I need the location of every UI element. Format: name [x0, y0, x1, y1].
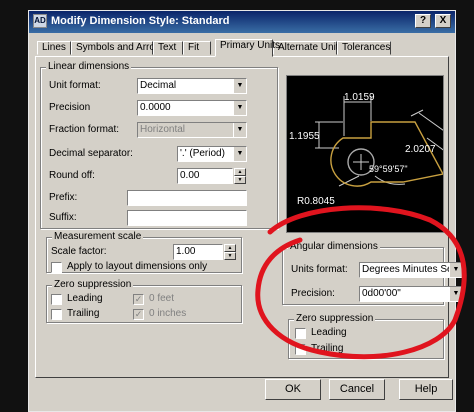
red-annotation-overlay [255, 205, 467, 360]
tab-primary-units[interactable]: Primary Units [215, 39, 280, 57]
red-circle-annotation [255, 205, 467, 360]
